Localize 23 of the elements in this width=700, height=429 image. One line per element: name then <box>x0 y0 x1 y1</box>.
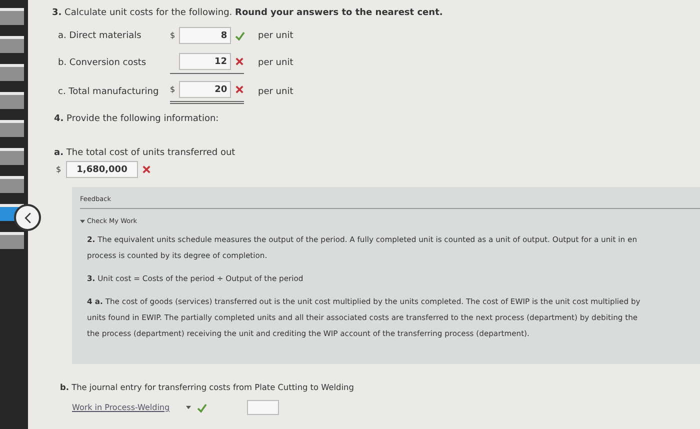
unit-label: per unit <box>258 58 294 68</box>
triangle-icon[interactable] <box>80 218 85 224</box>
row-label: a. Direct materials <box>58 31 142 41</box>
answer-field[interactable]: 12 <box>179 53 231 70</box>
currency-sign: $ <box>56 165 62 174</box>
row-label: c. Total manufacturing <box>58 87 160 97</box>
currency-sign: $ <box>170 31 176 40</box>
question-label: a. The total cost of units transferred out <box>54 148 236 158</box>
question-label: b. The journal entry for transferring costs from Plate Cutting to Welding <box>60 382 355 392</box>
unit-label: per unit <box>258 87 294 97</box>
answer-field[interactable]: 8 <box>179 27 232 44</box>
account-dropdown[interactable]: Work in Process-Welding <box>72 403 191 412</box>
answer-field[interactable]: 20 <box>179 81 232 98</box>
answer-field[interactable]: 1,680,000 <box>66 161 138 178</box>
question-prompt: 4. Provide the following information: <box>54 114 220 124</box>
unit-label: per unit <box>258 31 294 41</box>
caret-icon <box>186 405 191 410</box>
collapse-button[interactable] <box>14 204 41 231</box>
amount-field[interactable] <box>246 400 279 415</box>
question-prompt: 3. Calculate unit costs for the following. Round your answers to the nearest cent. <box>52 8 444 18</box>
chevron-left-icon <box>24 212 32 224</box>
row-label: b. Conversion costs <box>58 58 148 68</box>
currency-sign: $ <box>170 85 176 94</box>
